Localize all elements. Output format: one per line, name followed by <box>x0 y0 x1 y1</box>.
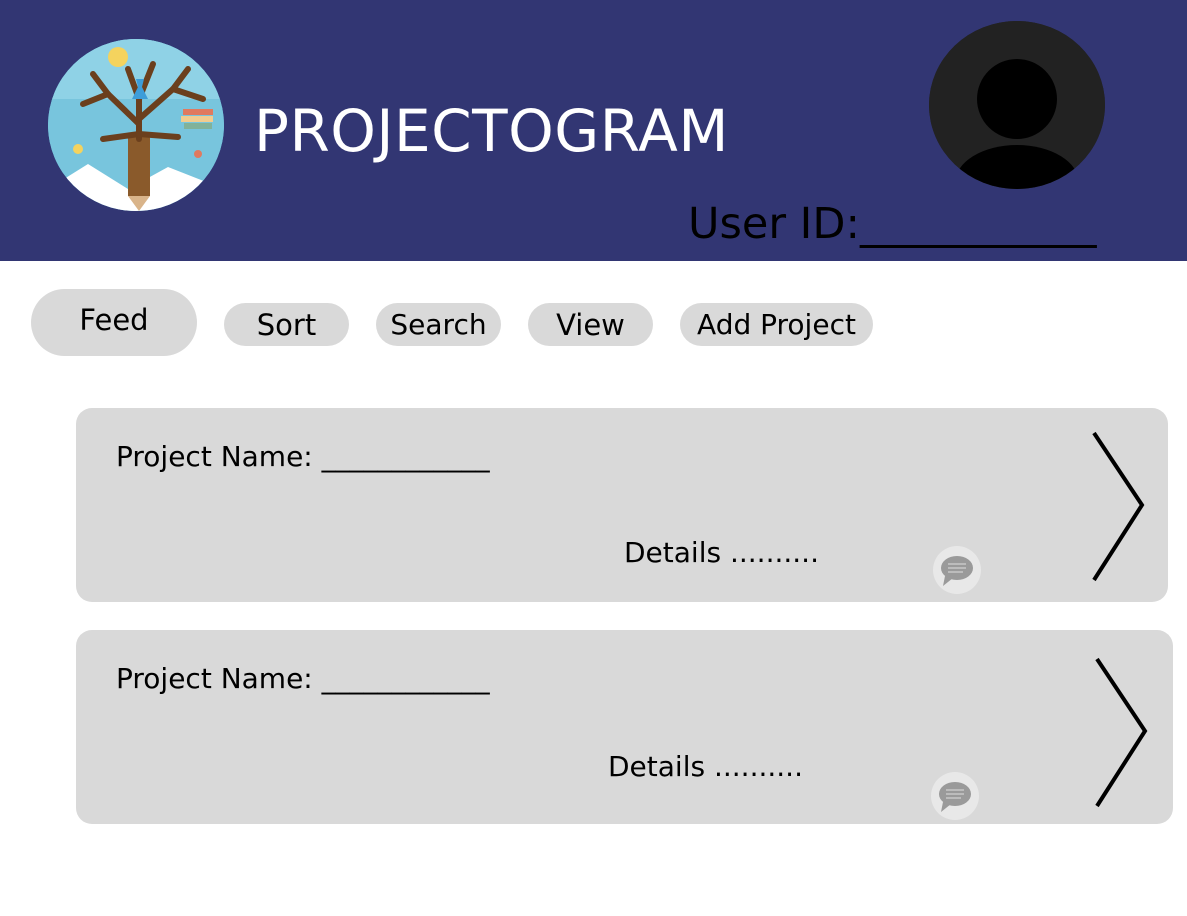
project-details: Details .......... <box>608 750 803 783</box>
search-button[interactable]: Search <box>376 303 501 346</box>
app-title: PROJECTOGRAM <box>254 97 729 165</box>
project-name-label: Project Name: ____________ <box>116 440 490 473</box>
add-project-button[interactable]: Add Project <box>680 303 873 346</box>
sort-button[interactable]: Sort <box>224 303 349 346</box>
project-name-label: Project Name: ____________ <box>116 662 490 695</box>
view-button[interactable]: View <box>528 303 653 346</box>
comment-icon[interactable] <box>931 772 979 820</box>
user-id-label: User ID:___________ <box>688 199 1097 249</box>
project-details: Details .......... <box>624 536 819 569</box>
comment-icon[interactable] <box>933 546 981 594</box>
chevron-right-icon[interactable] <box>1090 656 1150 810</box>
project-card[interactable]: Project Name: ____________ Details .....… <box>76 408 1168 602</box>
project-card[interactable]: Project Name: ____________ Details .....… <box>76 630 1173 824</box>
feed-button[interactable]: Feed <box>31 289 197 356</box>
chevron-right-icon[interactable] <box>1087 430 1147 584</box>
user-avatar-icon[interactable] <box>929 21 1105 189</box>
tree-pencil-logo <box>48 39 224 211</box>
